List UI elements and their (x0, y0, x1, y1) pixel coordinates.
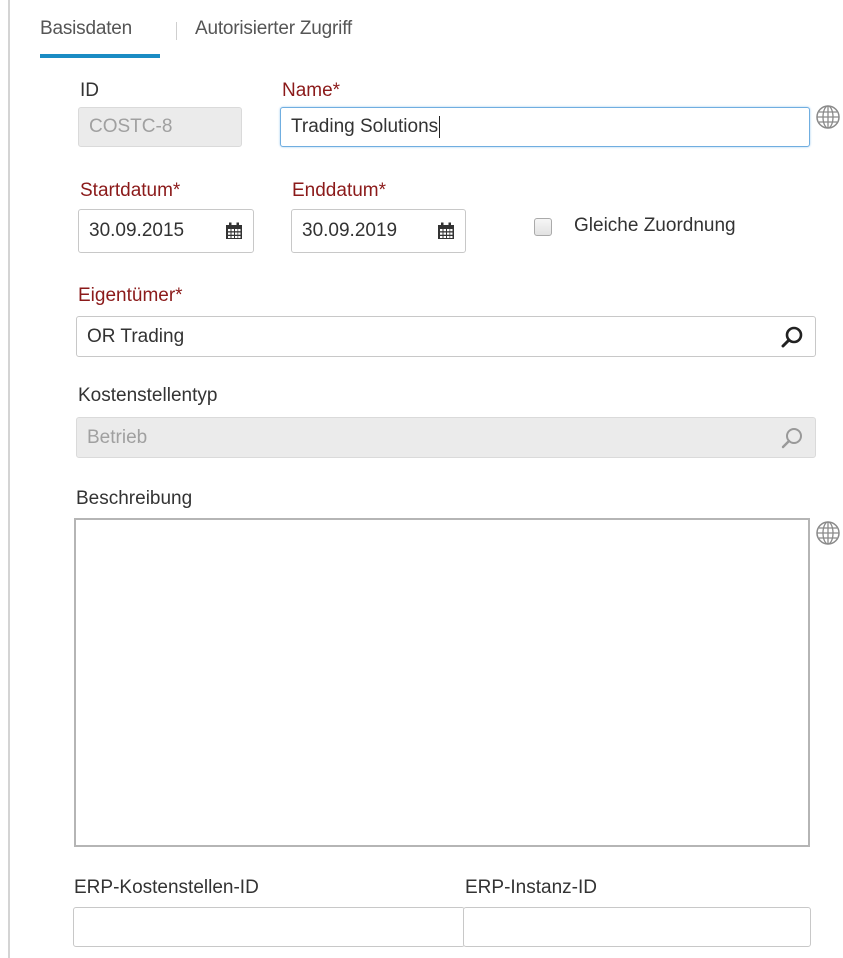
calendar-icon[interactable] (225, 222, 243, 240)
text-caret (439, 116, 441, 138)
search-icon[interactable] (781, 326, 803, 348)
tab-basisdaten-label: Basisdaten (40, 18, 133, 39)
gleiche-zuordnung-checkbox[interactable] (534, 218, 552, 236)
gleiche-zuordnung-label: Gleiche Zuordnung (574, 215, 736, 236)
kostenstellentyp-field: Betrieb (76, 417, 816, 458)
active-tab-indicator (40, 54, 160, 58)
erp-kostenstellen-id-label: ERP-Kostenstellen-ID (74, 877, 259, 898)
beschreibung-textarea[interactable] (74, 518, 810, 847)
enddatum-value: 30.09.2019 (302, 220, 398, 241)
name-label: Name* (282, 80, 341, 101)
id-value: COSTC-8 (89, 116, 173, 137)
erp-instanz-id-field[interactable] (463, 907, 811, 947)
panel-left-border (8, 0, 10, 958)
startdatum-value: 30.09.2015 (89, 220, 185, 241)
name-field[interactable]: Trading Solutions (280, 107, 810, 147)
eigentuemer-field[interactable]: OR Trading (76, 316, 816, 357)
globe-icon[interactable] (815, 520, 841, 546)
eigentuemer-value: OR Trading (87, 325, 185, 347)
calendar-icon[interactable] (437, 222, 455, 240)
globe-icon[interactable] (815, 104, 841, 130)
startdatum-label: Startdatum* (80, 180, 181, 201)
tab-autorisierter-zugriff-label: Autorisierter Zugriff (195, 18, 353, 39)
enddatum-field[interactable]: 30.09.2019 (291, 209, 466, 253)
tab-basisdaten[interactable]: Basisdaten (40, 18, 160, 58)
tab-autorisierter-zugriff[interactable]: Autorisierter Zugriff (195, 18, 352, 40)
enddatum-label: Enddatum* (292, 180, 387, 201)
eigentuemer-label: Eigentümer* (78, 285, 183, 306)
erp-kostenstellen-id-field[interactable] (73, 907, 465, 947)
tab-separator (176, 22, 177, 40)
startdatum-field[interactable]: 30.09.2015 (78, 209, 254, 253)
search-icon (781, 427, 802, 448)
id-field: COSTC-8 (78, 107, 242, 147)
name-value: Trading Solutions (291, 116, 439, 137)
kostenstellentyp-label: Kostenstellentyp (78, 385, 218, 406)
erp-instanz-id-label: ERP-Instanz-ID (465, 877, 597, 898)
id-label: ID (80, 80, 99, 101)
kostenstellentyp-value: Betrieb (87, 426, 148, 448)
beschreibung-label: Beschreibung (76, 488, 193, 509)
